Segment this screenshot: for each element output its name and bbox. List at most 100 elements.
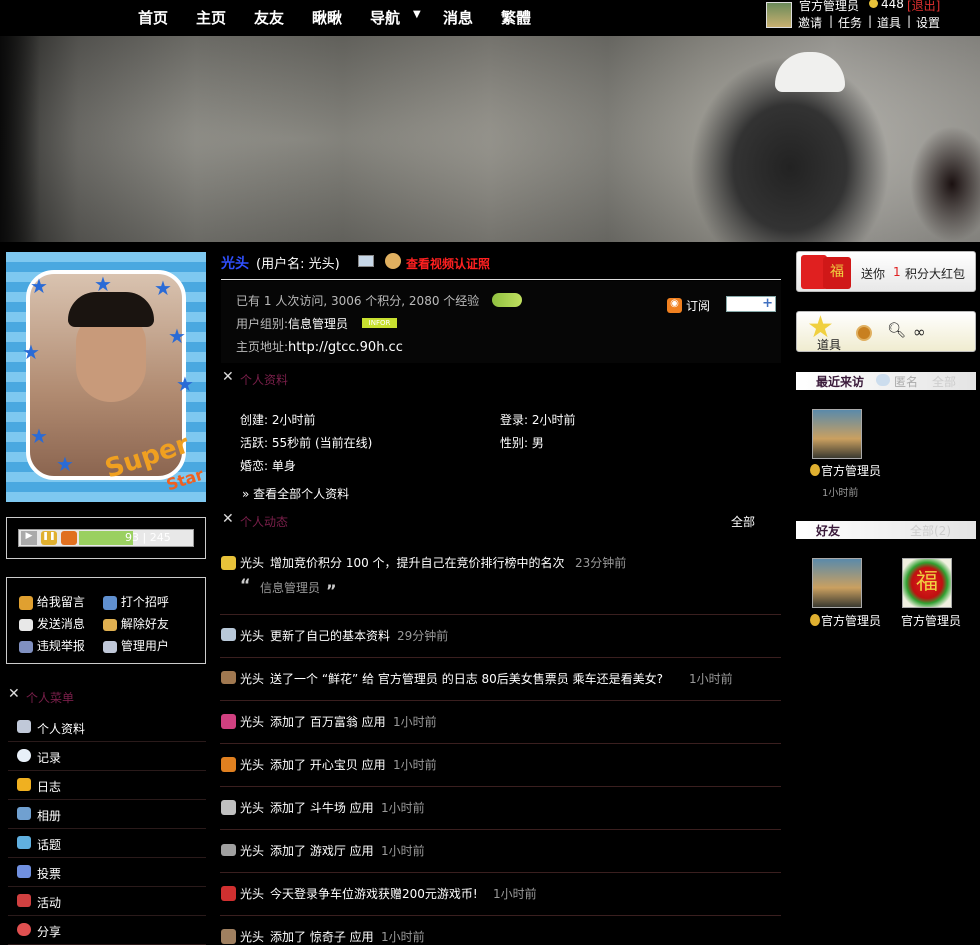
magnifier-icon[interactable]: 🔍︎ <box>887 321 906 339</box>
visitor-name[interactable]: 官方管理员 <box>821 462 881 479</box>
activity-title: 个人动态 <box>240 515 289 529</box>
activity-user[interactable]: 光头 <box>240 713 264 730</box>
envelope-icon <box>19 618 33 631</box>
current-user-name[interactable]: 官方管理员 <box>799 0 859 14</box>
created-info: 创建: 2小时前 <box>240 413 316 427</box>
activity-user[interactable]: 光头 <box>240 885 264 902</box>
activity-time: 1小时前 <box>381 930 425 944</box>
logout-link[interactable]: [退出] <box>907 0 940 14</box>
millionaire-app-icon <box>221 714 236 729</box>
send-message-action[interactable]: 发送消息 <box>19 615 85 632</box>
quote-open-icon: “ <box>240 575 251 594</box>
friend-name[interactable]: 官方管理员 <box>901 612 961 629</box>
anonymous-link[interactable]: 匿名 <box>894 373 918 390</box>
profile-name[interactable]: 光头 <box>221 253 249 273</box>
nav-home[interactable]: 首页 <box>138 7 168 28</box>
menu-item-topics[interactable]: 话题 <box>8 829 206 858</box>
subscribe-input[interactable]: + <box>726 296 776 312</box>
action-box: 给我留言 打个招呼 发送消息 解除好友 违规举报 管理用户 <box>6 577 206 664</box>
activity-text: 送了一个 “鲜花” 给 官方管理员 的日志 80后美女售票员 乘车还是看美女? <box>270 672 663 686</box>
anonymous-icon <box>876 374 890 386</box>
activity-time: 1小时前 <box>381 801 425 815</box>
red-packet-banner[interactable]: 福 送你 1 积分大红包 <box>796 251 976 292</box>
nav-traditional[interactable]: 繁體 <box>501 7 531 28</box>
nav-friends[interactable]: 友友 <box>254 7 284 28</box>
separator: | <box>907 14 912 28</box>
chevron-down-icon[interactable]: ▼ <box>413 9 421 20</box>
player-progress-track: ▶ ❚❚ 93 | 245 <box>18 529 194 547</box>
user-avatar[interactable] <box>766 2 792 28</box>
activity-time: 23分钟前 <box>575 556 627 570</box>
handshake-icon <box>103 618 117 631</box>
medal-icon <box>810 464 820 476</box>
friends-all-link[interactable]: 全部(2) <box>910 522 951 539</box>
leave-message-action[interactable]: 给我留言 <box>19 593 85 610</box>
game-hall-app-icon <box>221 844 236 856</box>
eye-icon <box>19 640 33 653</box>
activity-user[interactable]: 光头 <box>240 627 264 644</box>
subscribe-link[interactable]: 订阅 <box>686 297 710 314</box>
nav-main-page[interactable]: 主页 <box>196 7 226 28</box>
active-info: 活跃: 55秒前 (当前在线) <box>240 436 373 450</box>
recent-visitors-header: 最近来访 匿名 全部 <box>796 372 976 390</box>
activity-user[interactable]: 光头 <box>240 799 264 816</box>
menu-item-records[interactable]: 记录 <box>8 742 206 771</box>
manage-user-action[interactable]: 管理用户 <box>103 637 169 654</box>
play-icon[interactable]: ▶ <box>21 531 37 545</box>
activity-user[interactable]: 光头 <box>240 554 264 571</box>
menu-item-poll[interactable]: 投票 <box>8 858 206 887</box>
video-verification-link[interactable]: 查看视频认证照 <box>406 255 490 272</box>
section-x-icon: ✕ <box>222 369 234 385</box>
friend-avatar[interactable]: 福 <box>902 558 952 608</box>
menu-item-album[interactable]: 相册 <box>8 800 206 829</box>
activity-all-link[interactable]: 全部 <box>731 513 755 530</box>
tools-link[interactable]: 道具 <box>877 14 901 31</box>
activity-time: 1小时前 <box>393 758 437 772</box>
view-all-profile-link[interactable]: » 查看全部个人资料 <box>242 485 349 502</box>
activity-text: 增加竞价积分 100 个，提升自己在竞价排行榜中的名次 <box>270 556 565 570</box>
activity-user[interactable]: 光头 <box>240 756 264 773</box>
marriage-info: 婚恋: 单身 <box>240 459 296 473</box>
friend-name[interactable]: 官方管理员 <box>821 612 881 629</box>
tools-label[interactable]: 道具 <box>817 336 841 353</box>
activity-user[interactable]: 光头 <box>240 842 264 859</box>
report-action[interactable]: 违规举报 <box>19 637 85 654</box>
tools-bar: ★ 道具 🔍︎ ∞ <box>796 310 976 353</box>
invite-link[interactable]: 邀请 <box>798 14 822 31</box>
friend-avatar[interactable] <box>812 558 862 608</box>
menu-item-events[interactable]: 活动 <box>8 887 206 916</box>
profile-avatar[interactable]: ★ ★ ★ ★ ★ ★ ★ ★ Super Star <box>6 252 206 502</box>
activity-text: 更新了自己的基本资料 <box>270 629 391 643</box>
homepage-url[interactable]: http://gtcc.90h.cc <box>288 340 403 355</box>
settings-link[interactable]: 设置 <box>916 14 940 31</box>
say-hello-action[interactable]: 打个招呼 <box>103 593 169 610</box>
stop-icon[interactable] <box>61 531 77 545</box>
menu-item-share[interactable]: 分享 <box>8 916 206 945</box>
menu-item-profile[interactable]: 个人资料 <box>8 713 206 742</box>
plus-icon[interactable]: + <box>762 296 773 311</box>
nav-navigation[interactable]: 导航 <box>370 7 400 28</box>
login-info: 登录: 2小时前 <box>500 413 576 427</box>
rss-icon[interactable]: ◉ <box>667 298 682 313</box>
activity-user[interactable]: 光头 <box>240 670 264 687</box>
top-navigation-bar: 首页 主页 友友 瞅瞅 导航 ▼ 消息 繁體 官方管理员 448 [退出] 邀请… <box>0 0 980 36</box>
visitor-avatar[interactable] <box>812 409 862 459</box>
activity-text: 添加了 惊奇子 应用 <box>270 930 374 944</box>
coin-icon[interactable] <box>856 325 872 341</box>
friends-title: 好友 <box>816 524 841 538</box>
bullfight-app-icon <box>221 800 236 815</box>
recent-all-link[interactable]: 全部 <box>932 373 956 390</box>
tasks-link[interactable]: 任务 <box>838 14 862 31</box>
nav-browse[interactable]: 瞅瞅 <box>312 7 342 28</box>
activity-quote: 信息管理员 <box>260 581 321 595</box>
pause-icon[interactable]: ❚❚ <box>41 531 57 545</box>
activity-item: 光头 添加了 游戏厅 应用 1小时前 <box>220 830 781 873</box>
menu-item-diary[interactable]: 日志 <box>8 771 206 800</box>
activity-text: 添加了 斗牛场 应用 <box>270 801 374 815</box>
remove-friend-action[interactable]: 解除好友 <box>103 615 169 632</box>
activity-item: 光头 今天登录争车位游戏获赠200元游戏币! 1小时前 <box>220 873 781 916</box>
group-badge: INFOR <box>362 318 397 328</box>
nav-messages[interactable]: 消息 <box>443 7 473 28</box>
glasses-icon[interactable]: ∞ <box>913 323 926 341</box>
activity-user[interactable]: 光头 <box>240 928 264 945</box>
